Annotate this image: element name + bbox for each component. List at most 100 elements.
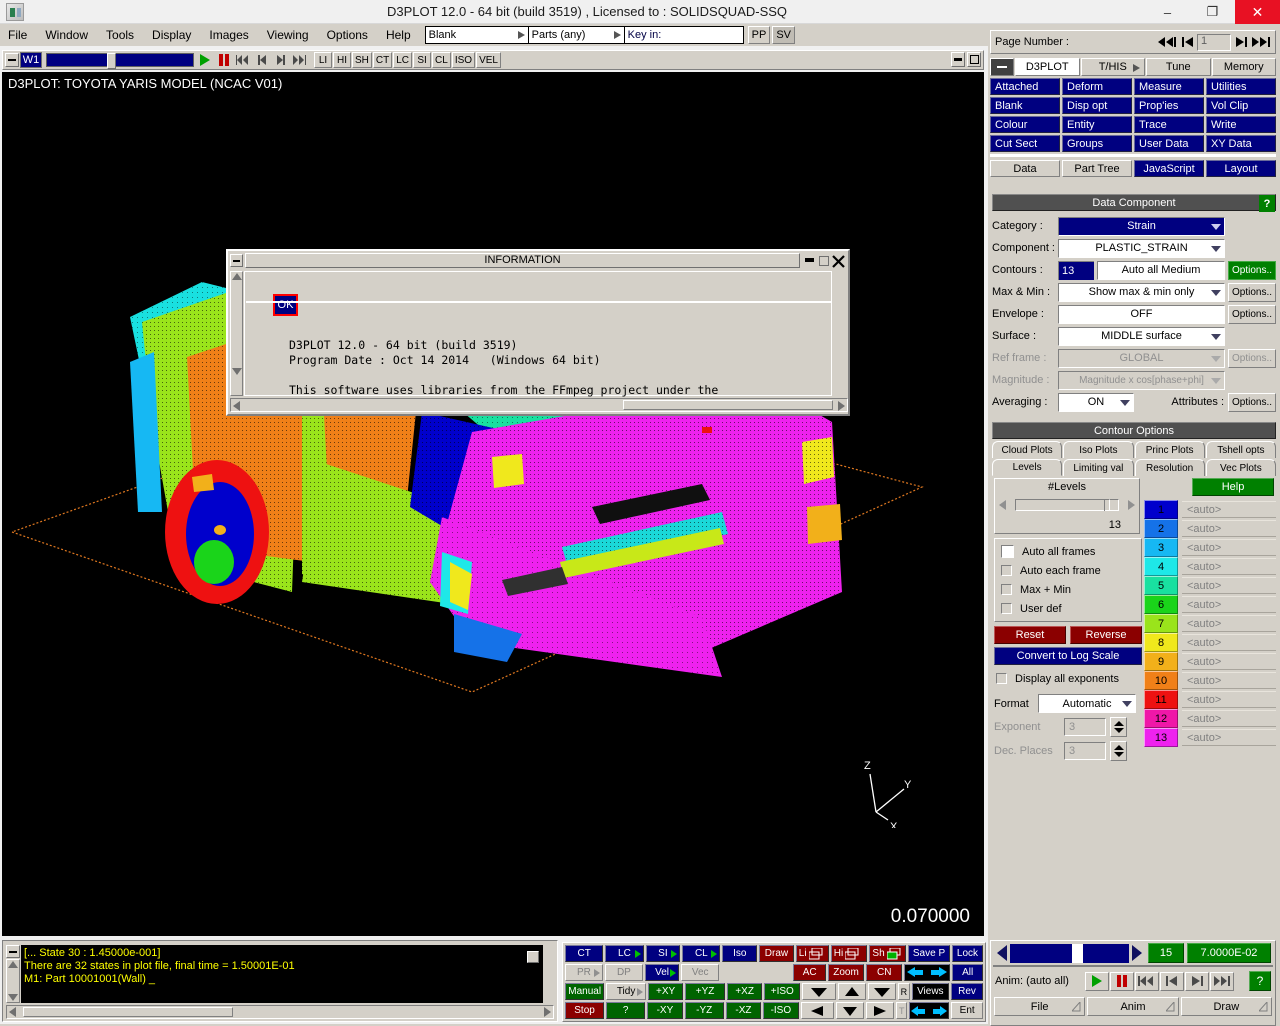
help-icon[interactable]: ? [1259,195,1275,212]
cmd-minus-xy[interactable]: -XY [647,1002,683,1019]
contours-count-field[interactable]: 13 [1058,260,1094,280]
cmd-rev[interactable]: Rev [951,983,983,1000]
toolbar-button-ct[interactable]: CT [372,52,393,68]
scroll-thumb[interactable] [623,400,833,410]
last-frame-button[interactable] [291,52,308,68]
cmd-ct[interactable]: CT [565,945,604,962]
averaging-select[interactable]: ON [1058,392,1134,412]
dialog-horizontal-scrollbar[interactable] [230,398,848,412]
scroll-thumb[interactable] [23,1007,233,1017]
first-frame-button[interactable] [234,52,251,68]
anim-play-button[interactable] [1085,971,1109,991]
cmd-help[interactable]: ? [606,1002,646,1019]
contour-level-swatch-11[interactable]: 11 [1144,690,1178,709]
btn-layout[interactable]: Layout [1206,160,1276,177]
contour-level-swatch-5[interactable]: 5 [1144,576,1178,595]
contour-level-value-1[interactable]: <auto> [1182,501,1276,518]
toolbar-collapse-button[interactable] [5,53,19,67]
scroll-up-icon[interactable] [8,961,18,968]
state-slider[interactable] [1010,943,1129,963]
pp-button[interactable]: PP [747,26,771,44]
menu-item-file[interactable]: File [0,26,35,44]
tab-tune[interactable]: Tune [1146,58,1211,76]
graphics-maximize-button[interactable] [967,52,981,67]
anim-next-button[interactable] [1185,971,1209,991]
checkbox-display-all-exponents[interactable]: Display all exponents [994,669,1142,688]
reverse-button[interactable]: Reverse [1070,626,1142,644]
btn-write[interactable]: Write [1206,116,1276,133]
help-button[interactable]: Help [1192,478,1274,496]
cmd-li[interactable]: Li [795,945,829,962]
format-select[interactable]: Automatic [1038,694,1136,713]
envelope-options-button[interactable]: Options.. [1228,304,1276,324]
cmd-si[interactable]: SI [645,945,681,962]
contour-level-swatch-3[interactable]: 3 [1144,538,1178,557]
page-first-button[interactable] [1157,34,1177,50]
blank-combo[interactable]: Blank [424,26,529,44]
contour-level-value-9[interactable]: <auto> [1182,653,1276,670]
cmd-lock[interactable]: Lock [951,945,983,962]
anim-help-button[interactable]: ? [1249,971,1272,991]
page-number-field[interactable]: 1 [1197,33,1231,51]
rotate-up-button[interactable] [837,983,867,1000]
anim-pause-button[interactable] [1110,971,1134,991]
parts-combo[interactable]: Parts (any) [528,26,625,44]
state-slider-knob[interactable] [1072,943,1083,963]
contours-options-button[interactable]: Options.. [1228,260,1276,280]
btn-xy-data[interactable]: XY Data [1206,135,1276,152]
toolbar-button-iso[interactable]: ISO [451,52,476,68]
contour-level-value-10[interactable]: <auto> [1182,672,1276,689]
btn-measure[interactable]: Measure [1134,78,1204,95]
btn-disp-opt[interactable]: Disp opt [1062,97,1132,114]
dialog-maximize-button[interactable] [818,255,830,267]
cmd-minus-xz[interactable]: -XZ [725,1002,762,1019]
tab-tshell-opts[interactable]: Tshell opts [1205,441,1276,458]
play-button[interactable] [196,52,213,68]
contour-level-value-6[interactable]: <auto> [1182,596,1276,613]
ok-button[interactable]: OK [273,294,298,316]
toolbar-button-cl[interactable]: CL [432,52,451,68]
btn-utilities[interactable]: Utilities [1206,78,1276,95]
cmd-cn[interactable]: CN [866,964,903,981]
tab-iso-plots[interactable]: Iso Plots [1063,441,1134,458]
state-number-field[interactable]: 15 [1148,943,1184,963]
graphics-viewport[interactable]: D3PLOT: TOYOTA YARIS MODEL (NCAC V01) Z … [2,72,984,936]
dialog-minimize-button[interactable] [804,255,816,267]
levels-slider[interactable] [1015,499,1119,511]
btn-javascript[interactable]: JavaScript [1134,160,1204,177]
toolbar-button-vel[interactable]: VEL [476,52,501,68]
cmd-minus-yz[interactable]: -YZ [684,1002,724,1019]
menu-item-viewing[interactable]: Viewing [259,26,317,44]
tab-this[interactable]: T/HIS [1080,58,1145,76]
checkbox-user-def[interactable]: User def [995,599,1141,618]
state-next-button[interactable] [1130,945,1144,961]
reset-button[interactable]: Reset [994,626,1066,644]
contour-level-swatch-9[interactable]: 9 [1144,652,1178,671]
scroll-right-icon[interactable] [544,1007,551,1017]
cmd-minus-iso[interactable]: -ISO [763,1002,799,1019]
rotate-down2-button[interactable] [836,1002,865,1019]
cmd-save-p[interactable]: Save P [908,945,950,962]
contour-level-swatch-4[interactable]: 4 [1144,557,1178,576]
contour-level-swatch-2[interactable]: 2 [1144,519,1178,538]
contour-level-value-4[interactable]: <auto> [1182,558,1276,575]
contour-level-swatch-1[interactable]: 1 [1144,500,1178,519]
checkbox-max-min[interactable]: Max + Min [995,580,1141,599]
cmd-vec[interactable]: Vec [681,964,720,981]
tab-levels[interactable]: Levels [992,459,1063,476]
rotate-down-left-button[interactable] [802,983,836,1000]
menu-item-tools[interactable]: Tools [98,26,142,44]
category-select[interactable]: Strain [1058,216,1225,236]
console-vertical-scrollbar[interactable] [6,959,20,1003]
tab-d3plot[interactable]: D3PLOT [1015,58,1080,76]
cmd-views[interactable]: Views [911,983,950,1000]
levels-increment-button[interactable] [1128,500,1135,510]
anim-last-button[interactable] [1210,971,1234,991]
cmd-sh[interactable]: Sh [869,945,907,962]
levels-slider-knob[interactable] [1104,499,1110,511]
scroll-left-icon[interactable] [233,401,240,411]
anim-prev-button[interactable] [1160,971,1184,991]
cmd-iso[interactable]: Iso [722,945,758,962]
scroll-down-icon[interactable] [231,368,242,375]
btn-trace[interactable]: Trace [1134,116,1204,133]
